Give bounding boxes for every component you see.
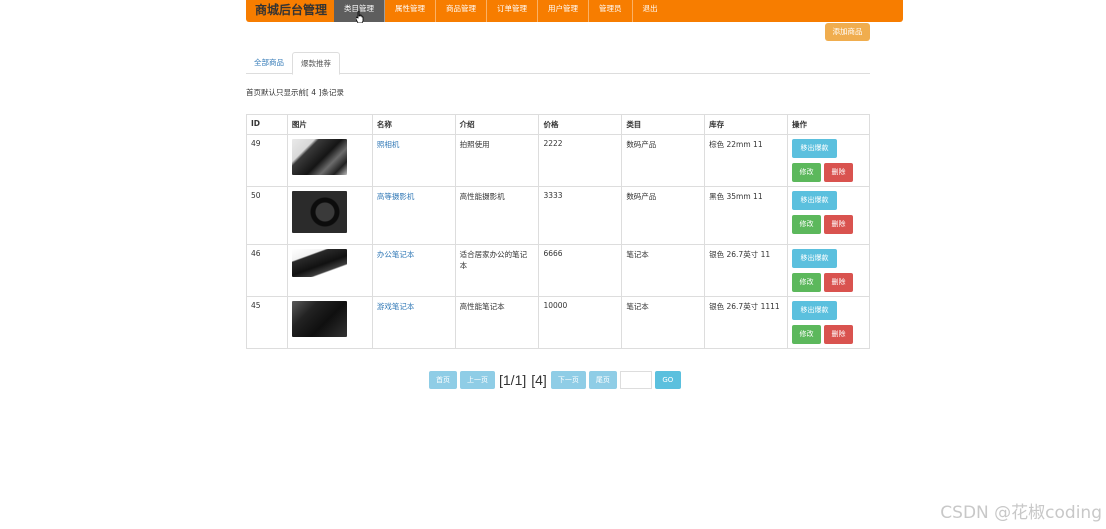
watermark: CSDN @花椒coding (940, 503, 1102, 523)
next-page-button[interactable]: 下一页 (550, 371, 586, 389)
header-actions: 操作 (786, 114, 871, 135)
table-row: 49 照相机 拍照使用 2222 数码产品 棕色 22mm 11 移出爆款 修改… (246, 134, 871, 187)
laptop-image (291, 249, 347, 277)
header-price: 价格 (538, 114, 623, 135)
nav-attribute[interactable]: 属性管理 (385, 0, 436, 22)
camera-image (291, 191, 347, 233)
cell-price: 6666 (538, 244, 623, 297)
first-page-button[interactable]: 首页 (429, 371, 457, 389)
camera-image (291, 139, 347, 175)
remove-hot-button[interactable]: 移出爆款 (791, 191, 837, 210)
remove-hot-button[interactable]: 移出爆款 (791, 301, 837, 320)
nav-user[interactable]: 用户管理 (538, 0, 589, 22)
cell-name: 游戏笔记本 (371, 296, 456, 349)
cell-intro: 拍照使用 (454, 134, 540, 187)
cell-id: 45 (246, 296, 288, 349)
table-row: 46 办公笔记本 适合居家办公的笔记本 6666 笔记本 银色 26.7英寸 1… (246, 244, 871, 297)
delete-button[interactable]: 删除 (823, 215, 853, 234)
delete-button[interactable]: 删除 (823, 163, 853, 182)
page-info: [1/1] (499, 372, 527, 388)
cell-actions: 移出爆款 修改 删除 (786, 186, 871, 245)
nav-order[interactable]: 订单管理 (487, 0, 538, 22)
page-number-input[interactable] (619, 371, 652, 389)
header-intro: 介绍 (454, 114, 540, 135)
cell-category: 笔记本 (621, 244, 706, 297)
edit-button[interactable]: 修改 (791, 163, 821, 182)
cell-name: 办公笔记本 (371, 244, 456, 297)
cell-stock: 银色 26.7英寸 11 (704, 244, 788, 297)
cell-category: 数码产品 (621, 134, 706, 187)
nav-logout[interactable]: 退出 (633, 0, 668, 22)
cell-intro: 高性能笔记本 (454, 296, 540, 349)
cell-intro: 适合居家办公的笔记本 (454, 244, 540, 297)
laptop-image (291, 301, 347, 337)
nav-admin[interactable]: 管理员 (589, 0, 633, 22)
header-id: ID (246, 114, 288, 135)
top-nav: 商城后台管理 类目管理 属性管理 商品管理 订单管理 用户管理 管理员 退出 (246, 0, 903, 22)
cell-actions: 移出爆款 修改 删除 (786, 296, 871, 349)
cell-name: 高等摄影机 (371, 186, 456, 245)
nav-product[interactable]: 商品管理 (436, 0, 487, 22)
cell-id: 49 (246, 134, 288, 187)
cell-id: 50 (246, 186, 288, 245)
cell-actions: 移出爆款 修改 删除 (786, 134, 871, 187)
record-notice: 首页默认只显示前[ 4 ]条记录 (246, 88, 344, 97)
product-name-link[interactable]: 办公笔记本 (377, 250, 415, 259)
header-image: 图片 (286, 114, 373, 135)
delete-button[interactable]: 删除 (823, 273, 853, 292)
header-name: 名称 (371, 114, 456, 135)
tab-hot-recommend[interactable]: 爆款推荐 (292, 52, 340, 75)
cell-price: 3333 (538, 186, 623, 245)
product-table: ID 图片 名称 介绍 价格 类目 库存 操作 49 照相机 拍照使用 2222… (246, 114, 871, 349)
brand-title: 商城后台管理 (255, 3, 328, 17)
cell-image (286, 134, 373, 187)
remove-hot-button[interactable]: 移出爆款 (791, 139, 837, 158)
cell-intro: 高性能摄影机 (454, 186, 540, 245)
header-category: 类目 (621, 114, 706, 135)
table-row: 50 高等摄影机 高性能摄影机 3333 数码产品 黑色 35mm 11 移出爆… (246, 186, 871, 245)
cell-id: 46 (246, 244, 288, 297)
pagination: 首页 上一页 [1/1] [4] 下一页 尾页 GO (429, 371, 681, 389)
table-header-row: ID 图片 名称 介绍 价格 类目 库存 操作 (246, 114, 871, 135)
cell-stock: 棕色 22mm 11 (704, 134, 788, 187)
cell-image (286, 186, 373, 245)
total-count: [4] (531, 372, 547, 388)
hand-cursor-icon (356, 11, 364, 23)
cell-price: 10000 (538, 296, 623, 349)
remove-hot-button[interactable]: 移出爆款 (791, 249, 837, 268)
edit-button[interactable]: 修改 (791, 273, 821, 292)
product-name-link[interactable]: 高等摄影机 (377, 192, 415, 201)
cell-stock: 黑色 35mm 11 (704, 186, 788, 245)
cell-category: 笔记本 (621, 296, 706, 349)
prev-page-button[interactable]: 上一页 (460, 371, 495, 389)
edit-button[interactable]: 修改 (791, 325, 821, 344)
cell-price: 2222 (538, 134, 623, 187)
go-button[interactable]: GO (654, 371, 681, 389)
tab-all-products[interactable]: 全部商品 (246, 52, 292, 73)
product-name-link[interactable]: 游戏笔记本 (377, 302, 415, 311)
table-row: 45 游戏笔记本 高性能笔记本 10000 笔记本 银色 26.7英寸 1111… (246, 296, 871, 349)
cell-image (286, 296, 373, 349)
add-product-button[interactable]: 添加商品 (825, 23, 870, 41)
cell-image (286, 244, 373, 297)
cell-stock: 银色 26.7英寸 1111 (704, 296, 788, 349)
header-stock: 库存 (704, 114, 788, 135)
delete-button[interactable]: 删除 (823, 325, 853, 344)
edit-button[interactable]: 修改 (791, 215, 821, 234)
last-page-button[interactable]: 尾页 (588, 371, 617, 389)
cell-name: 照相机 (371, 134, 456, 187)
cell-actions: 移出爆款 修改 删除 (786, 244, 871, 297)
product-name-link[interactable]: 照相机 (377, 140, 400, 149)
tab-bar: 全部商品 爆款推荐 (246, 52, 870, 75)
cell-category: 数码产品 (621, 186, 706, 245)
